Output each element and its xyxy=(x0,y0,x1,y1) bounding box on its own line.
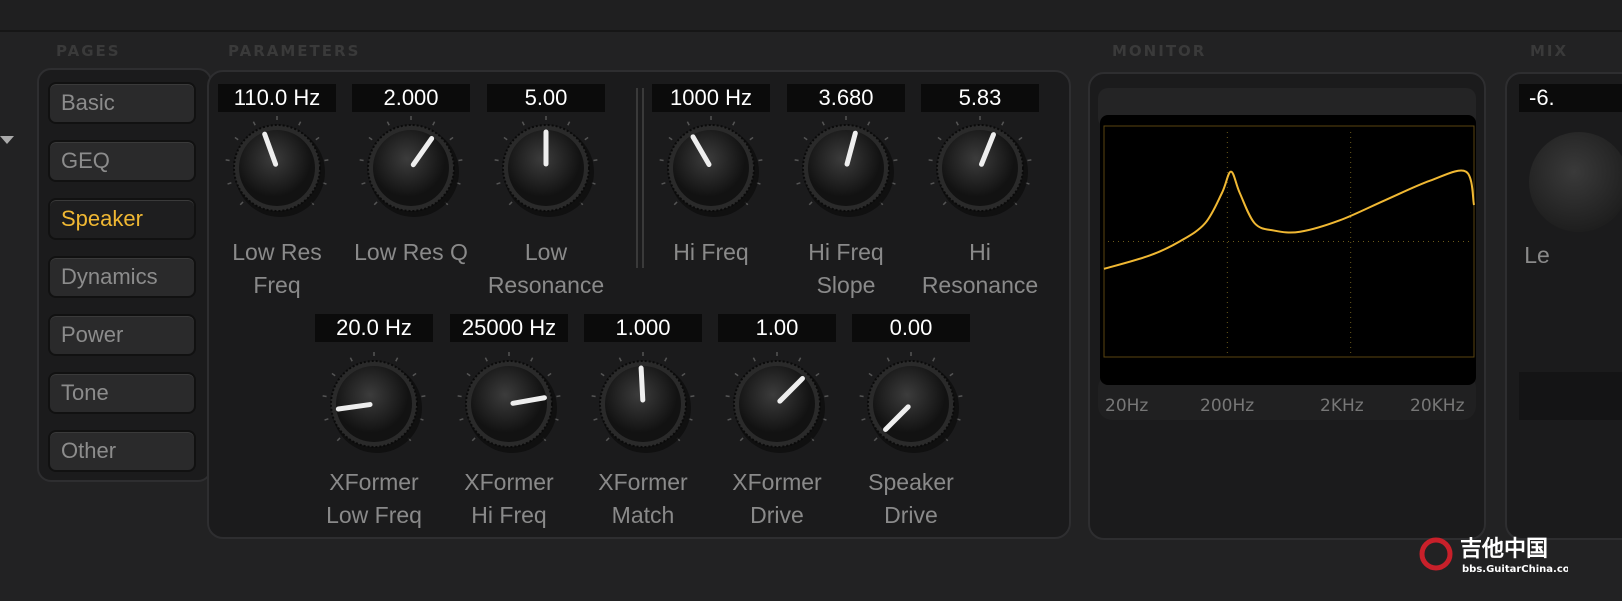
knob-low-res-freq[interactable] xyxy=(222,113,332,223)
page-button-other[interactable]: Other xyxy=(48,430,196,472)
knob-label: Freq xyxy=(253,272,301,298)
knob-hi-freq[interactable] xyxy=(656,113,766,223)
knob-label: XFormer xyxy=(464,469,554,495)
knob-value[interactable]: 5.83 xyxy=(921,84,1039,112)
top-bar xyxy=(0,0,1622,32)
knob-label: Resonance xyxy=(487,272,605,298)
knob-label: Slope xyxy=(816,272,876,298)
knob-label: Hi xyxy=(969,239,991,265)
x-tick-label: 200Hz xyxy=(1200,396,1255,416)
parameters-title: PARAMETERS xyxy=(228,42,361,60)
page-button-dynamics[interactable]: Dynamics xyxy=(48,256,196,298)
page-button-basic[interactable]: Basic xyxy=(48,82,196,124)
knob-xformer-drive[interactable] xyxy=(722,349,832,459)
knob-label: Match xyxy=(611,502,675,528)
knob-label: Low Freq xyxy=(326,502,422,528)
knob-label: Hi Freq xyxy=(673,239,749,265)
page-button-geq[interactable]: GEQ xyxy=(48,140,196,182)
knob-value[interactable]: 20.0 Hz xyxy=(315,314,433,342)
collapse-arrow-icon[interactable] xyxy=(0,136,14,144)
knob-low-res-q[interactable] xyxy=(356,113,466,223)
page-button-speaker[interactable]: Speaker xyxy=(48,198,196,240)
mix-value[interactable]: -6. xyxy=(1519,84,1622,112)
frequency-response-graph xyxy=(1100,115,1476,385)
page-button-tone[interactable]: Tone xyxy=(48,372,196,414)
knob-xformer-low-freq[interactable] xyxy=(319,349,429,459)
knob-hi-freq-slope[interactable] xyxy=(791,113,901,223)
knob-xformer-hi-freq[interactable] xyxy=(454,349,564,459)
mix-title: MIX xyxy=(1530,42,1569,60)
monitor-title: MONITOR xyxy=(1112,42,1207,60)
x-tick-label: 2KHz xyxy=(1320,396,1364,416)
graph-background xyxy=(1100,115,1476,385)
knob-value[interactable]: 1000 Hz xyxy=(652,84,770,112)
knob-label: XFormer xyxy=(329,469,419,495)
knob-label: Low xyxy=(524,239,568,265)
knob-value[interactable]: 5.00 xyxy=(487,84,605,112)
knob-label: Low Res xyxy=(232,239,322,265)
knob-value[interactable]: 1.000 xyxy=(584,314,702,342)
knob-low-resonance[interactable] xyxy=(491,113,601,223)
knob-value[interactable]: 3.680 xyxy=(787,84,905,112)
knob-value[interactable]: 2.000 xyxy=(352,84,470,112)
knob-label: XFormer xyxy=(598,469,688,495)
knob-label: XFormer xyxy=(732,469,822,495)
knob-value[interactable]: 0.00 xyxy=(852,314,970,342)
pages-title: PAGES xyxy=(56,42,121,60)
knob-value[interactable]: 1.00 xyxy=(718,314,836,342)
knob-label: Speaker xyxy=(868,469,954,495)
knob-label: Hi Freq xyxy=(808,239,884,265)
svg-text:bbs.GuitarChina.com: bbs.GuitarChina.com xyxy=(1462,564,1568,575)
knob-value[interactable]: 110.0 Hz xyxy=(218,84,336,112)
x-tick-label: 20Hz xyxy=(1105,396,1149,416)
knob-speaker-drive[interactable] xyxy=(856,349,966,459)
knob-xformer-match[interactable] xyxy=(588,349,698,459)
guitarchina-watermark-logo: 吉他中国 bbs.GuitarChina.com xyxy=(1419,536,1568,575)
mix-panel: -6. Le xyxy=(1505,72,1622,540)
knob-pointer xyxy=(638,365,646,403)
mix-knob[interactable] xyxy=(1529,132,1622,232)
page-button-power[interactable]: Power xyxy=(48,314,196,356)
knob-label: Low Res Q xyxy=(354,239,468,265)
knob-label: Drive xyxy=(884,502,938,528)
knob-hi-resonance[interactable] xyxy=(925,113,1035,223)
knob-label: Resonance xyxy=(921,272,1039,298)
svg-text:吉他中国: 吉他中国 xyxy=(1460,536,1548,562)
knob-value[interactable]: 25000 Hz xyxy=(450,314,568,342)
knob-label: Hi Freq xyxy=(471,502,547,528)
mix-meter xyxy=(1519,372,1622,420)
x-tick-label: 20KHz xyxy=(1410,396,1465,416)
mix-label: Le xyxy=(1524,242,1550,268)
knob-label: Drive xyxy=(750,502,804,528)
